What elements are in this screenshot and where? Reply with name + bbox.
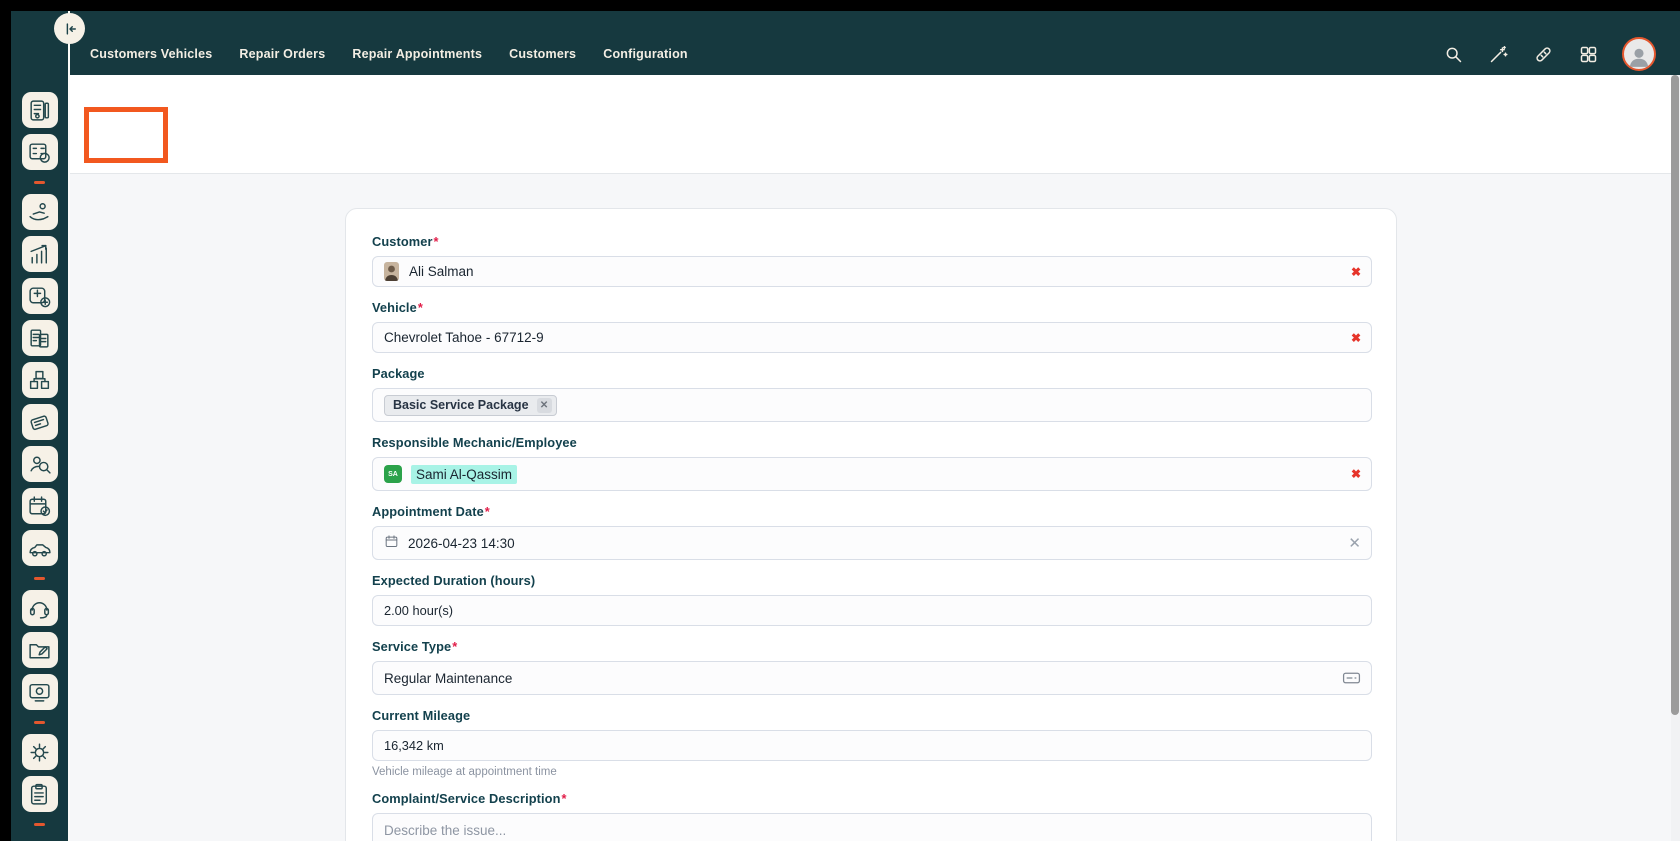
main-nav: Customers Vehicles Repair Orders Repair Ap… — [90, 22, 688, 86]
app-header: Customers Vehicles Repair Orders Repair Ap… — [0, 11, 1680, 75]
service-type-input[interactable]: Regular Maintenance — [372, 661, 1372, 695]
package-input[interactable]: Basic Service Package ✕ — [372, 388, 1372, 422]
sidebar-app-todo-clipboard-icon[interactable] — [22, 776, 58, 812]
sidebar-app-fleet-car-icon[interactable] — [22, 530, 58, 566]
sidebar-app-shop-journal-icon[interactable] — [22, 92, 58, 128]
sidebar-app-recruitment-search-icon[interactable] — [22, 446, 58, 482]
appointment-date-label: Appointment Date* — [372, 504, 1370, 519]
sidebar-app-helpdesk-headset-icon[interactable] — [22, 590, 58, 626]
sidebar-app-scale-new-icon[interactable] — [22, 278, 58, 314]
complaint-textarea[interactable]: Describe the issue... — [372, 813, 1372, 841]
control-panel — [70, 75, 1680, 174]
content-area: Customer* Ali Salman ✖ Vehicle* Chevrole… — [70, 175, 1672, 841]
nav-item-repair-orders[interactable]: Repair Orders — [239, 47, 325, 61]
complaint-placeholder: Describe the issue... — [384, 823, 506, 838]
remove-package-tag-icon[interactable]: ✕ — [537, 398, 552, 413]
sidebar-separator-dash — [22, 818, 58, 830]
service-type-value: Regular Maintenance — [384, 671, 512, 686]
duration-input[interactable]: 2.00 hour(s) — [372, 595, 1372, 626]
mechanic-value: Sami Al-Qassim — [411, 465, 517, 484]
sidebar-separator-dash — [22, 176, 58, 188]
customer-avatar — [384, 262, 399, 281]
sidebar-separator-dash — [22, 716, 58, 728]
combobox-icon[interactable] — [1342, 672, 1361, 685]
field-vehicle: Vehicle* Chevrolet Tahoe - 67712-9 ✖ — [372, 300, 1370, 353]
sidebar-divider-line — [68, 11, 70, 841]
sidebar-app-settings-gear-icon[interactable] — [22, 734, 58, 770]
clear-mechanic-icon[interactable]: ✖ — [1351, 467, 1361, 481]
field-duration: Expected Duration (hours) 2.00 hour(s) — [372, 573, 1370, 626]
sidebar-app-elearning-screen-icon[interactable] — [22, 674, 58, 710]
package-tag: Basic Service Package ✕ — [384, 395, 557, 416]
appointment-date-value: 2026-04-23 14:30 — [408, 536, 515, 551]
complaint-label: Complaint/Service Description* — [372, 791, 1370, 806]
apps-grid-icon[interactable] — [1577, 43, 1600, 66]
service-type-label: Service Type* — [372, 639, 1370, 654]
mileage-label: Current Mileage — [372, 708, 1370, 723]
sidebar-app-pos-terminal-icon[interactable] — [22, 404, 58, 440]
sidebar-app-calendar-check-icon[interactable] — [22, 488, 58, 524]
sidebar-app-project-clipboards-icon[interactable] — [22, 320, 58, 356]
repair-appointment-form-card: Customer* Ali Salman ✖ Vehicle* Chevrole… — [345, 208, 1397, 841]
appointment-date-input[interactable]: 2026-04-23 14:30 ✕ — [372, 526, 1372, 560]
field-customer: Customer* Ali Salman ✖ — [372, 234, 1370, 287]
nav-item-customers[interactable]: Customers — [509, 47, 576, 61]
mechanic-label: Responsible Mechanic/Employee — [372, 435, 1370, 450]
field-appointment-date: Appointment Date* 2026-04-23 14:30 ✕ — [372, 504, 1370, 560]
field-complaint: Complaint/Service Description* Describe … — [372, 791, 1370, 841]
magic-wand-icon[interactable] — [1487, 43, 1510, 66]
nav-item-customers-vehicles[interactable]: Customers Vehicles — [90, 47, 212, 61]
mechanic-avatar-badge: SA — [384, 465, 402, 483]
nav-item-repair-appointments[interactable]: Repair Appointments — [352, 47, 482, 61]
vehicle-input[interactable]: Chevrolet Tahoe - 67712-9 ✖ — [372, 322, 1372, 353]
sidebar-app-inventory-boxes-icon[interactable] — [22, 362, 58, 398]
sidebar-app-calculator-icon[interactable] — [22, 134, 58, 170]
mechanic-input[interactable]: SA Sami Al-Qassim ✖ — [372, 457, 1372, 491]
mileage-value: 16,342 km — [384, 738, 444, 753]
clear-customer-icon[interactable]: ✖ — [1351, 265, 1361, 279]
mileage-helper-text: Vehicle mileage at appointment time — [372, 766, 1370, 778]
top-frame-strip — [0, 0, 1680, 11]
vehicle-value: Chevrolet Tahoe - 67712-9 — [384, 330, 544, 345]
package-label: Package — [372, 366, 1370, 381]
calendar-icon — [384, 534, 408, 552]
mileage-input[interactable]: 16,342 km — [372, 730, 1372, 761]
clear-date-icon[interactable]: ✕ — [1348, 534, 1361, 552]
sidebar-app-documents-folder-icon[interactable] — [22, 632, 58, 668]
field-mileage: Current Mileage 16,342 km Vehicle mileag… — [372, 708, 1370, 778]
vehicle-label: Vehicle* — [372, 300, 1370, 315]
sidebar-app-hand-services-icon[interactable] — [22, 194, 58, 230]
sidebar-app-sales-chart-icon[interactable] — [22, 236, 58, 272]
duration-label: Expected Duration (hours) — [372, 573, 1370, 588]
field-mechanic: Responsible Mechanic/Employee SA Sami Al… — [372, 435, 1370, 491]
clear-vehicle-icon[interactable]: ✖ — [1351, 331, 1361, 345]
sidebar-separator-dash — [22, 572, 58, 584]
field-service-type: Service Type* Regular Maintenance — [372, 639, 1370, 695]
collapse-sidebar-button[interactable] — [54, 13, 85, 44]
app-sidebar — [11, 75, 68, 841]
attachment-icon[interactable] — [1532, 43, 1555, 66]
package-tag-label: Basic Service Package — [393, 398, 529, 412]
search-icon[interactable] — [1442, 43, 1465, 66]
customer-input[interactable]: Ali Salman ✖ — [372, 256, 1372, 287]
user-avatar[interactable] — [1622, 37, 1656, 71]
customer-value: Ali Salman — [409, 264, 474, 279]
left-frame-strip — [0, 0, 11, 841]
scrollbar-thumb[interactable] — [1671, 75, 1679, 715]
customer-label: Customer* — [372, 234, 1370, 249]
nav-item-configuration[interactable]: Configuration — [603, 47, 688, 61]
field-package: Package Basic Service Package ✕ — [372, 366, 1370, 422]
duration-value: 2.00 hour(s) — [384, 603, 453, 618]
header-right-icons — [1442, 22, 1656, 86]
